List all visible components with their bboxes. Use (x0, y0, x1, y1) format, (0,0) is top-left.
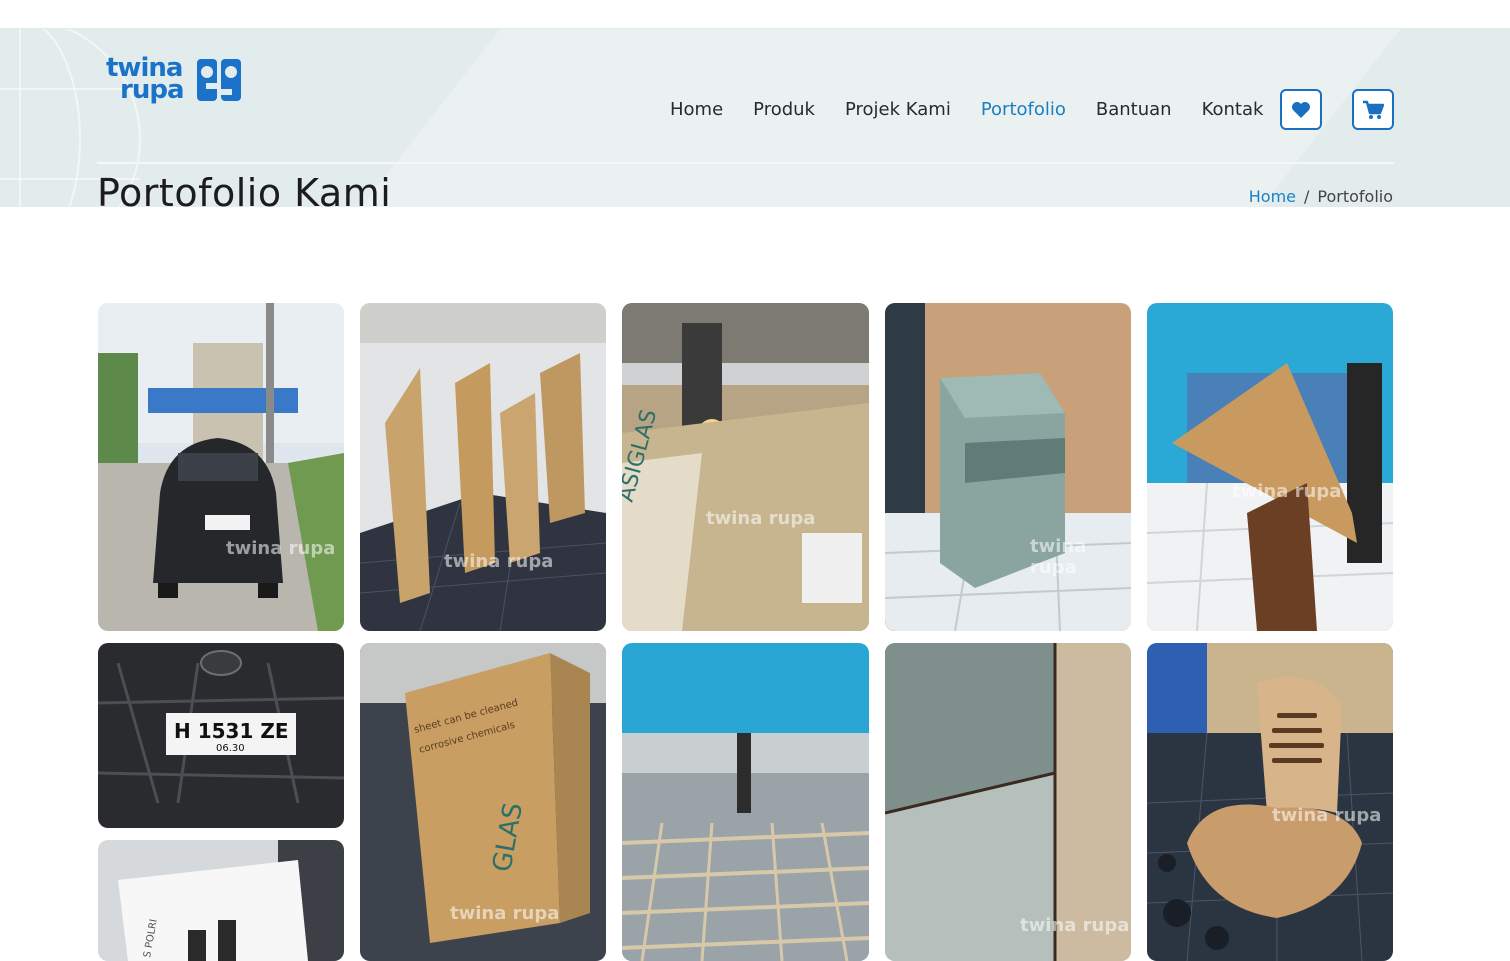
main-nav: Home Produk Projek Kami Portofolio Bantu… (655, 97, 1278, 123)
watermark-text: twina rupa (706, 508, 816, 529)
portfolio-photo-license-plate[interactable]: H 1531 ZE 06.30 (98, 643, 344, 828)
brand-logo[interactable]: twina rupa (104, 53, 244, 111)
breadcrumb-current: Portofolio (1317, 187, 1393, 206)
brand-line-2: rupa (120, 75, 184, 105)
nav-item-home[interactable]: Home (655, 97, 738, 123)
nav-item-portofolio[interactable]: Portofolio (966, 97, 1081, 123)
portfolio-photo-acrylic-holder[interactable]: twina rupa (1147, 303, 1393, 631)
breadcrumb: Home / Portofolio (1249, 187, 1393, 206)
cart-button[interactable] (1352, 89, 1394, 130)
nav-item-produk[interactable]: Produk (738, 97, 830, 123)
plate-number-text: H 1531 ZE (174, 719, 289, 743)
page-header: twina rupa Home Produk Projek Kami Porto… (0, 29, 1510, 207)
cart-icon (1363, 100, 1384, 119)
portfolio-photo-laser-machine[interactable] (622, 643, 869, 961)
watermark-text: twina rupa (1020, 915, 1130, 936)
nav-item-projek-kami[interactable]: Projek Kami (830, 97, 966, 123)
top-strip (0, 0, 1510, 29)
heart-icon (1292, 101, 1310, 118)
portfolio-photo-green-box[interactable]: twina rupa (885, 303, 1131, 631)
brand-mark-icon (197, 59, 241, 101)
portfolio-photo-acrylic-sheet-stand[interactable]: sheet can be cleaned corrosive chemicals… (360, 643, 606, 961)
page-title: Portofolio Kami (97, 171, 392, 207)
portfolio-photo-laser-cutting[interactable]: ASIGLAS twina rupa (622, 303, 869, 631)
nav-item-bantuan[interactable]: Bantuan (1081, 97, 1187, 123)
watermark-text: twina rupa (1232, 481, 1342, 502)
watermark-text: twina rupa (226, 538, 336, 559)
watermark-text: twina rupa (1030, 536, 1087, 578)
breadcrumb-separator: / (1304, 187, 1310, 206)
portfolio-photo-acrylic-stands[interactable]: twina rupa (360, 303, 606, 631)
watermark-text: twina rupa (444, 551, 554, 572)
portfolio-photo-panel-corner[interactable]: twina rupa (885, 643, 1131, 961)
watermark-text: twina rupa (1272, 805, 1382, 826)
breadcrumb-home[interactable]: Home (1249, 187, 1296, 206)
nav-item-kontak[interactable]: Kontak (1187, 97, 1279, 123)
wishlist-button[interactable] (1280, 89, 1322, 130)
portfolio-photo-polri-sign[interactable]: S POLRI (98, 840, 344, 961)
watermark-text: twina rupa (450, 903, 560, 924)
header-divider (97, 162, 1394, 164)
portfolio-photo-plywood-chair[interactable]: twina rupa (1147, 643, 1393, 961)
portfolio-photo-car-front[interactable]: twina rupa (98, 303, 344, 631)
plate-date-text: 06.30 (216, 743, 245, 754)
